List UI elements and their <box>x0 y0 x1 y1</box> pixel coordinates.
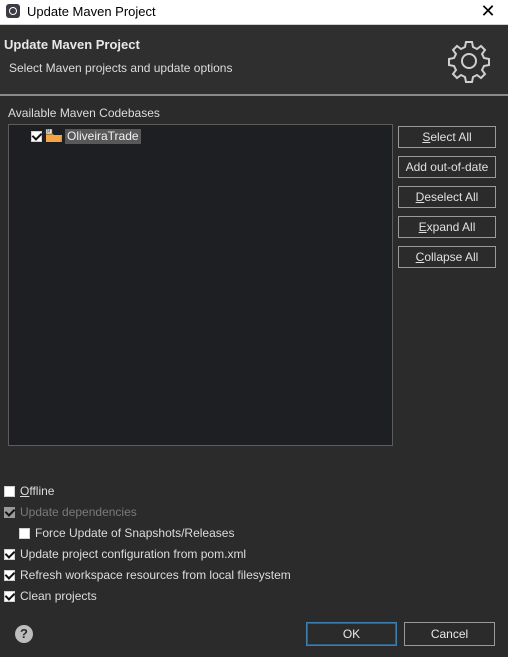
tree-item-project[interactable]: M OliveiraTrade <box>31 128 141 144</box>
codebases-label: Available Maven Codebases <box>8 106 160 120</box>
maven-project-folder-icon: M <box>45 129 62 142</box>
clean-projects-option[interactable]: Clean projects <box>4 589 97 603</box>
update-config-checkbox[interactable] <box>4 548 15 560</box>
deselect-all-button[interactable]: Deselect All <box>398 186 496 208</box>
refresh-workspace-checkbox[interactable] <box>4 569 15 581</box>
add-out-of-date-button[interactable]: Add out-of-date <box>398 156 496 178</box>
dialog-description: Select Maven projects and update options <box>9 61 233 75</box>
project-label: OliveiraTrade <box>65 128 141 144</box>
select-all-button[interactable]: Select All <box>398 126 496 148</box>
close-icon[interactable]: ✕ <box>476 0 500 24</box>
cancel-button[interactable]: Cancel <box>404 622 495 646</box>
dialog-title: Update Maven Project <box>4 37 140 52</box>
project-checkbox[interactable] <box>31 130 42 142</box>
collapse-all-button[interactable]: Collapse All <box>398 246 496 268</box>
dialog-header: Update Maven Project Select Maven projec… <box>0 25 508 94</box>
offline-checkbox[interactable] <box>4 485 15 497</box>
force-update-option[interactable]: Force Update of Snapshots/Releases <box>19 526 234 540</box>
codebases-tree[interactable]: M OliveiraTrade <box>8 124 393 446</box>
header-separator <box>0 94 508 96</box>
gear-icon <box>448 41 490 83</box>
update-dependencies-checkbox <box>4 506 15 518</box>
clean-projects-checkbox[interactable] <box>4 590 15 602</box>
force-update-checkbox[interactable] <box>19 527 30 539</box>
eclipse-app-icon <box>6 4 20 18</box>
update-config-option[interactable]: Update project configuration from pom.xm… <box>4 547 246 561</box>
update-dependencies-option: Update dependencies <box>4 505 137 519</box>
svg-text:M: M <box>47 129 51 134</box>
offline-option[interactable]: Offline <box>4 484 54 498</box>
window-title: Update Maven Project <box>27 4 156 19</box>
expand-all-button[interactable]: Expand All <box>398 216 496 238</box>
help-icon[interactable]: ? <box>15 625 33 643</box>
refresh-workspace-option[interactable]: Refresh workspace resources from local f… <box>4 568 291 582</box>
title-bar: Update Maven Project ✕ <box>0 0 508 25</box>
ok-button[interactable]: OK <box>306 622 397 646</box>
